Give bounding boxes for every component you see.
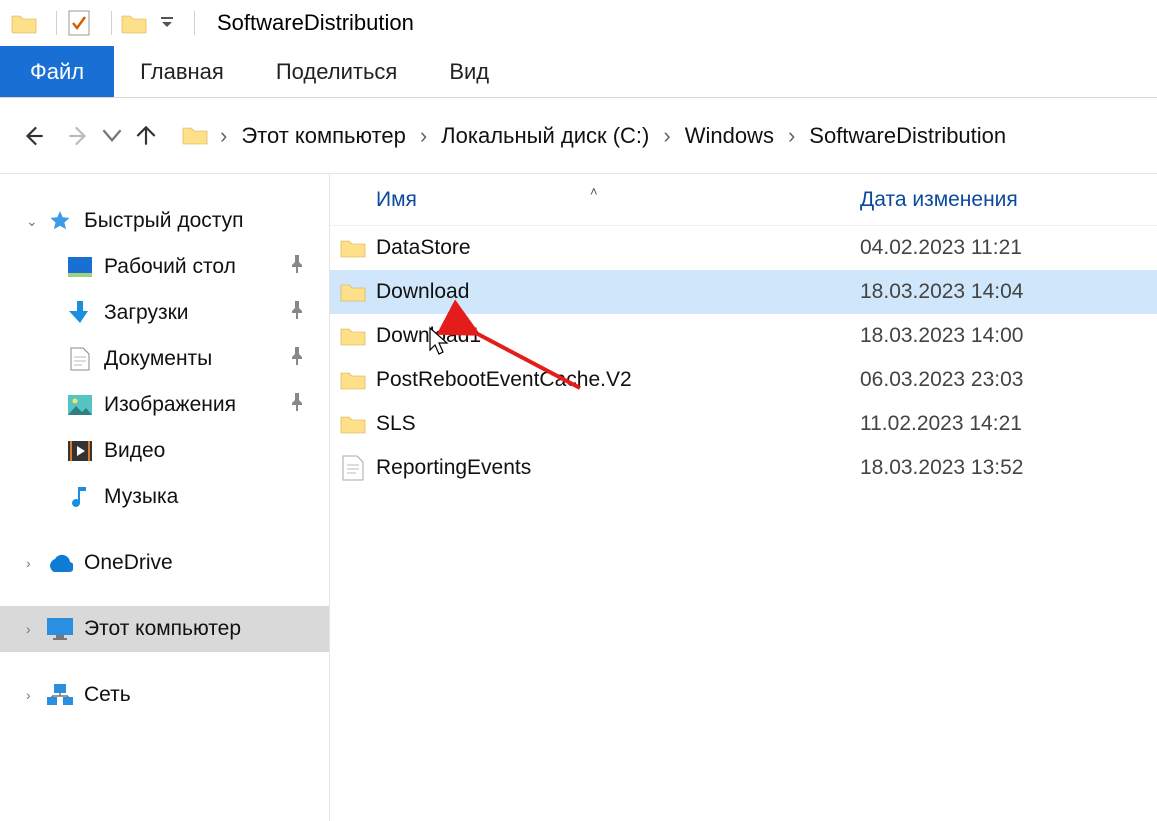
sort-asc-icon: ˄ — [590, 184, 598, 199]
sidebar-label: Изображения — [104, 393, 236, 417]
chevron-right-icon[interactable]: › — [26, 621, 46, 637]
up-button[interactable] — [126, 116, 166, 156]
column-headers: Имя ˄ Дата изменения — [330, 174, 1157, 226]
sidebar-onedrive[interactable]: › OneDrive — [0, 540, 329, 586]
folder-icon — [10, 9, 38, 37]
crumb-windows[interactable]: Windows — [679, 121, 780, 151]
crumb-this-pc[interactable]: Этот компьютер — [235, 121, 412, 151]
folder-icon — [330, 413, 376, 435]
star-icon — [46, 208, 74, 234]
file-modified: 18.03.2023 14:04 — [850, 280, 1157, 304]
titlebar: SoftwareDistribution — [0, 0, 1157, 46]
folder-icon — [330, 281, 376, 303]
folder-icon — [330, 325, 376, 347]
sidebar-downloads[interactable]: Загрузки — [0, 290, 329, 336]
file-modified: 06.03.2023 23:03 — [850, 368, 1157, 392]
file-modified: 11.02.2023 14:21 — [850, 412, 1157, 436]
chevron-right-icon[interactable]: › — [26, 687, 46, 703]
pin-icon[interactable] — [289, 301, 305, 325]
breadcrumb[interactable]: › Этот компьютер › Локальный диск (C:) ›… — [182, 121, 1012, 151]
file-name: Download1 — [376, 324, 850, 348]
history-dropdown[interactable] — [102, 116, 122, 156]
ribbon: Файл Главная Поделиться Вид — [0, 46, 1157, 98]
pin-icon[interactable] — [289, 347, 305, 371]
explorer-icon[interactable] — [120, 9, 148, 37]
chevron-right-icon[interactable]: › — [412, 123, 435, 149]
back-button[interactable] — [14, 116, 54, 156]
list-item[interactable]: Download 18.03.2023 14:04 — [330, 270, 1157, 314]
chevron-right-icon[interactable]: › — [780, 123, 803, 149]
window-title: SoftwareDistribution — [217, 10, 414, 36]
sidebar-label: Видео — [104, 439, 165, 463]
tab-file[interactable]: Файл — [0, 46, 114, 97]
picture-icon — [66, 392, 94, 418]
sidebar-network[interactable]: › Сеть — [0, 672, 329, 718]
forward-button[interactable] — [58, 116, 98, 156]
sidebar-pictures[interactable]: Изображения — [0, 382, 329, 428]
network-icon — [46, 682, 74, 708]
chevron-down-icon[interactable]: ⌄ — [26, 213, 46, 230]
tab-home[interactable]: Главная — [114, 46, 250, 97]
list-item[interactable]: SLS 11.02.2023 14:21 — [330, 402, 1157, 446]
sidebar-label: Рабочий стол — [104, 255, 236, 279]
music-icon — [66, 484, 94, 510]
sidebar-this-pc[interactable]: › Этот компьютер — [0, 606, 329, 652]
chevron-right-icon[interactable]: › — [26, 555, 46, 571]
file-name: SLS — [376, 412, 850, 436]
sidebar-documents[interactable]: Документы — [0, 336, 329, 382]
pin-icon[interactable] — [289, 255, 305, 279]
list-item[interactable]: DataStore 04.02.2023 11:21 — [330, 226, 1157, 270]
sidebar-label: OneDrive — [84, 551, 173, 575]
qat-dropdown-icon[interactable] — [158, 9, 176, 37]
file-name: ReportingEvents — [376, 456, 850, 480]
tab-share[interactable]: Поделиться — [250, 46, 423, 97]
folder-icon — [330, 237, 376, 259]
file-modified: 18.03.2023 14:00 — [850, 324, 1157, 348]
properties-icon[interactable] — [65, 9, 93, 37]
column-name[interactable]: Имя ˄ — [330, 188, 850, 212]
sidebar-label: Быстрый доступ — [84, 209, 244, 233]
textfile-icon — [330, 455, 376, 481]
file-list: Имя ˄ Дата изменения DataStore 04.02.202… — [330, 174, 1157, 821]
folder-icon — [330, 369, 376, 391]
file-name: DataStore — [376, 236, 850, 260]
folder-icon — [182, 124, 208, 148]
chevron-right-icon[interactable]: › — [655, 123, 678, 149]
column-modified[interactable]: Дата изменения — [850, 188, 1157, 212]
navbar: › Этот компьютер › Локальный диск (C:) ›… — [0, 98, 1157, 174]
download-icon — [66, 300, 94, 326]
sidebar-desktop[interactable]: Рабочий стол — [0, 244, 329, 290]
file-modified: 18.03.2023 13:52 — [850, 456, 1157, 480]
monitor-icon — [46, 616, 74, 642]
sidebar-music[interactable]: Музыка — [0, 474, 329, 520]
file-name: PostRebootEventCache.V2 — [376, 368, 850, 392]
list-item[interactable]: ReportingEvents 18.03.2023 13:52 — [330, 446, 1157, 490]
file-modified: 04.02.2023 11:21 — [850, 236, 1157, 260]
sidebar-quick-access[interactable]: ⌄ Быстрый доступ — [0, 198, 329, 244]
cloud-icon — [46, 550, 74, 576]
video-icon — [66, 438, 94, 464]
list-item[interactable]: Download1 18.03.2023 14:00 — [330, 314, 1157, 358]
sidebar-label: Музыка — [104, 485, 178, 509]
tab-view[interactable]: Вид — [423, 46, 515, 97]
chevron-right-icon[interactable]: › — [212, 123, 235, 149]
crumb-softwaredistribution[interactable]: SoftwareDistribution — [803, 121, 1012, 151]
document-icon — [66, 346, 94, 372]
sidebar-label: Загрузки — [104, 301, 189, 325]
sidebar-label: Документы — [104, 347, 212, 371]
desktop-icon — [66, 254, 94, 280]
list-item[interactable]: PostRebootEventCache.V2 06.03.2023 23:03 — [330, 358, 1157, 402]
sidebar-label: Этот компьютер — [84, 617, 241, 641]
file-name: Download — [376, 280, 850, 304]
pin-icon[interactable] — [289, 393, 305, 417]
crumb-drive-c[interactable]: Локальный диск (C:) — [435, 121, 655, 151]
sidebar-label: Сеть — [84, 683, 131, 707]
sidebar: ⌄ Быстрый доступ Рабочий стол Загрузки Д… — [0, 174, 330, 821]
sidebar-videos[interactable]: Видео — [0, 428, 329, 474]
